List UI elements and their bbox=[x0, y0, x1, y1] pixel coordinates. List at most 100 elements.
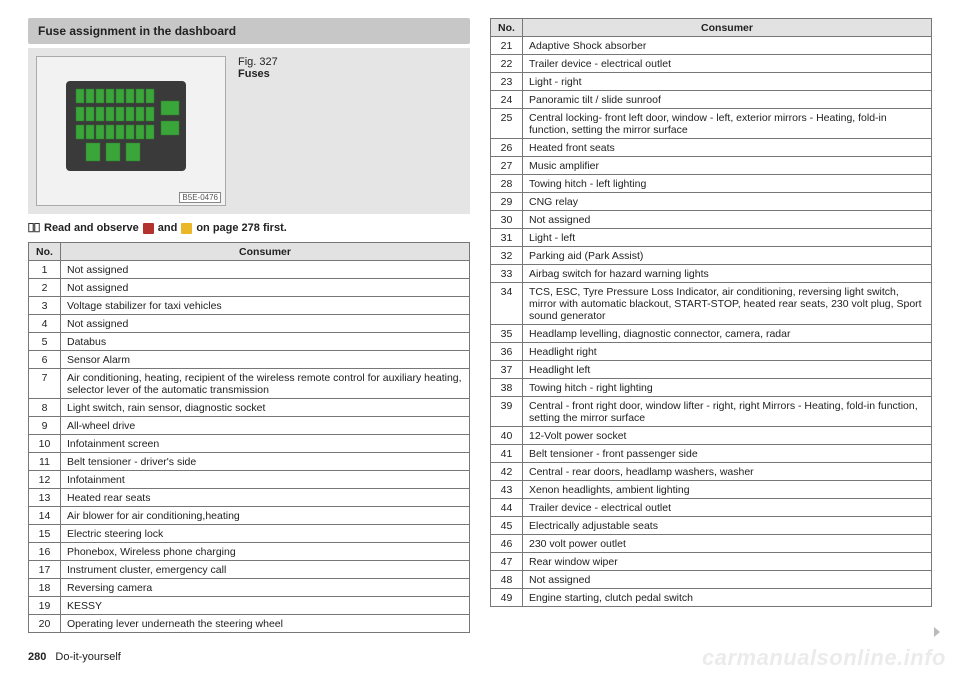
fuse-consumer: Not assigned bbox=[61, 279, 470, 297]
fuse-consumer: Not assigned bbox=[61, 315, 470, 333]
fuse-consumer: Databus bbox=[61, 333, 470, 351]
fuse-number: 14 bbox=[29, 507, 61, 525]
fuse-number: 33 bbox=[491, 265, 523, 283]
figure-title: Fuses bbox=[238, 68, 278, 80]
fuse-number: 15 bbox=[29, 525, 61, 543]
table-row: 15Electric steering lock bbox=[29, 525, 470, 543]
fuse-number: 11 bbox=[29, 453, 61, 471]
fuse-consumer: Reversing camera bbox=[61, 579, 470, 597]
fuse-consumer: Light - left bbox=[523, 229, 932, 247]
table-row: 2Not assigned bbox=[29, 279, 470, 297]
fuse-number: 36 bbox=[491, 343, 523, 361]
image-code: B5E-0476 bbox=[179, 192, 221, 203]
fuse-number: 22 bbox=[491, 55, 523, 73]
fuse-number: 48 bbox=[491, 571, 523, 589]
observe-suffix: on page 278 first. bbox=[196, 222, 286, 234]
fuse-number: 10 bbox=[29, 435, 61, 453]
fuse-consumer: Headlight left bbox=[523, 361, 932, 379]
fuse-consumer: Music amplifier bbox=[523, 157, 932, 175]
fuse-number: 5 bbox=[29, 333, 61, 351]
table-header-row: No. Consumer bbox=[491, 19, 932, 37]
fusebox-svg bbox=[46, 71, 216, 191]
fuse-number: 12 bbox=[29, 471, 61, 489]
fuse-number: 30 bbox=[491, 211, 523, 229]
fuse-number: 3 bbox=[29, 297, 61, 315]
fuse-number: 13 bbox=[29, 489, 61, 507]
table-row: 47Rear window wiper bbox=[491, 553, 932, 571]
fuse-number: 24 bbox=[491, 91, 523, 109]
table-row: 8Light switch, rain sensor, diagnostic s… bbox=[29, 399, 470, 417]
fuse-number: 4 bbox=[29, 315, 61, 333]
observe-mid: and bbox=[158, 222, 178, 234]
fuse-number: 23 bbox=[491, 73, 523, 91]
page-number: 280 bbox=[28, 651, 46, 663]
continue-indicator-icon bbox=[934, 627, 940, 637]
observe-prefix: Read and observe bbox=[44, 222, 139, 234]
table-row: 30Not assigned bbox=[491, 211, 932, 229]
fuse-number: 17 bbox=[29, 561, 61, 579]
fuse-consumer: Trailer device - electrical outlet bbox=[523, 55, 932, 73]
fuse-number: 21 bbox=[491, 37, 523, 55]
table-row: 29CNG relay bbox=[491, 193, 932, 211]
table-row: 26Heated front seats bbox=[491, 139, 932, 157]
fuse-consumer: Not assigned bbox=[523, 571, 932, 589]
table-row: 16Phonebox, Wireless phone charging bbox=[29, 543, 470, 561]
header-no: No. bbox=[29, 243, 61, 261]
fuse-consumer: Phonebox, Wireless phone charging bbox=[61, 543, 470, 561]
figure-number: Fig. 327 bbox=[238, 56, 278, 68]
warning-icon bbox=[143, 223, 154, 234]
fuse-consumer: Infotainment screen bbox=[61, 435, 470, 453]
table-row: 43Xenon headlights, ambient lighting bbox=[491, 481, 932, 499]
book-icon bbox=[28, 222, 40, 234]
fuse-consumer: Infotainment bbox=[61, 471, 470, 489]
fuse-consumer: TCS, ESC, Tyre Pressure Loss Indicator, … bbox=[523, 283, 932, 325]
fuse-consumer: Not assigned bbox=[523, 211, 932, 229]
fuse-table-left: No. Consumer 1Not assigned2Not assigned3… bbox=[28, 242, 470, 633]
page-content: Fuse assignment in the dashboard bbox=[0, 0, 960, 643]
fuse-consumer: Rear window wiper bbox=[523, 553, 932, 571]
fuse-consumer: Light - right bbox=[523, 73, 932, 91]
fuse-number: 49 bbox=[491, 589, 523, 607]
fuse-number: 44 bbox=[491, 499, 523, 517]
fuse-number: 32 bbox=[491, 247, 523, 265]
fuse-number: 42 bbox=[491, 463, 523, 481]
fuse-consumer: Adaptive Shock absorber bbox=[523, 37, 932, 55]
fuse-consumer: Towing hitch - left lighting bbox=[523, 175, 932, 193]
fuse-consumer: Engine starting, clutch pedal switch bbox=[523, 589, 932, 607]
section-header: Fuse assignment in the dashboard bbox=[28, 18, 470, 44]
fuse-number: 20 bbox=[29, 615, 61, 633]
fuse-consumer: Belt tensioner - driver's side bbox=[61, 453, 470, 471]
fuse-consumer: Central - front right door, window lifte… bbox=[523, 397, 932, 427]
table-row: 32Parking aid (Park Assist) bbox=[491, 247, 932, 265]
fuse-consumer: Parking aid (Park Assist) bbox=[523, 247, 932, 265]
fuse-number: 2 bbox=[29, 279, 61, 297]
table-row: 45Electrically adjustable seats bbox=[491, 517, 932, 535]
table-row: 1Not assigned bbox=[29, 261, 470, 279]
fuse-consumer: Not assigned bbox=[61, 261, 470, 279]
fuse-consumer: KESSY bbox=[61, 597, 470, 615]
table-row: 41Belt tensioner - front passenger side bbox=[491, 445, 932, 463]
fuse-consumer: Sensor Alarm bbox=[61, 351, 470, 369]
fuse-number: 16 bbox=[29, 543, 61, 561]
read-observe-line: Read and observe and on page 278 first. bbox=[28, 222, 470, 234]
table-row: 38Towing hitch - right lighting bbox=[491, 379, 932, 397]
table-row: 35Headlamp levelling, diagnostic connect… bbox=[491, 325, 932, 343]
fuse-number: 41 bbox=[491, 445, 523, 463]
fuse-number: 7 bbox=[29, 369, 61, 399]
fuse-number: 45 bbox=[491, 517, 523, 535]
fuse-number: 46 bbox=[491, 535, 523, 553]
fuse-number: 19 bbox=[29, 597, 61, 615]
fuse-number: 18 bbox=[29, 579, 61, 597]
fuse-number: 9 bbox=[29, 417, 61, 435]
fuse-number: 31 bbox=[491, 229, 523, 247]
table-row: 46230 volt power outlet bbox=[491, 535, 932, 553]
table-row: 27Music amplifier bbox=[491, 157, 932, 175]
fuse-consumer: Headlight right bbox=[523, 343, 932, 361]
page-footer: 280 Do-it-yourself bbox=[28, 651, 121, 663]
fuse-number: 39 bbox=[491, 397, 523, 427]
fuse-consumer: 12-Volt power socket bbox=[523, 427, 932, 445]
watermark: carmanualsonline.info bbox=[702, 645, 946, 671]
fuse-consumer: Air blower for air conditioning,heating bbox=[61, 507, 470, 525]
table-row: 13Heated rear seats bbox=[29, 489, 470, 507]
table-row: 5Databus bbox=[29, 333, 470, 351]
